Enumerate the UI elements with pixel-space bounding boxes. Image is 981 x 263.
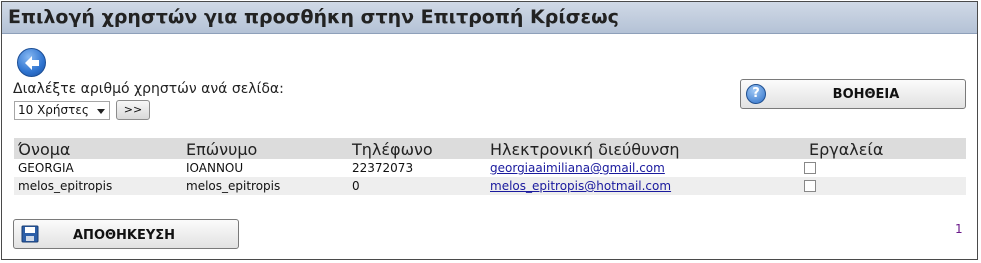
column-header-email: Ηλεκτρονική διεύθυνση: [490, 140, 680, 159]
table-row: GEORGIA IOANNOU 22372073 georgiaaimilian…: [14, 159, 966, 177]
save-button-label: ΑΠΟΘΗΚΕΥΣΗ: [73, 228, 176, 243]
back-arrow-icon: [25, 56, 39, 70]
per-page-selected-value: 10 Χρήστες: [18, 103, 89, 117]
apply-per-page-button[interactable]: >>: [116, 100, 150, 120]
column-header-phone: Τηλέφωνο: [352, 140, 433, 159]
pagination-page-link[interactable]: 1: [955, 222, 963, 236]
floppy-disk-icon: [21, 225, 39, 243]
table-row: melos_epitropis melos_epitropis 0 melos_…: [14, 177, 966, 195]
select-user-checkbox[interactable]: [804, 180, 816, 192]
select-user-checkbox[interactable]: [804, 162, 816, 174]
cell-phone: 22372073: [352, 161, 414, 175]
column-header-tools: Εργαλεία: [809, 140, 884, 159]
chevron-down-icon: [97, 109, 105, 114]
back-button[interactable]: [17, 48, 46, 77]
save-button[interactable]: ΑΠΟΘΗΚΕΥΣΗ: [13, 219, 239, 249]
per-page-select[interactable]: 10 Χρήστες: [14, 101, 110, 120]
users-table: Όνομα Επώνυμο Τηλέφωνο Ηλεκτρονική διεύθ…: [14, 138, 966, 195]
cell-email-link[interactable]: georgiaaimiliana@gmail.com: [490, 161, 665, 175]
title-bar: Επιλογή χρηστών για προσθήκη στην Επιτρο…: [2, 2, 977, 34]
help-button[interactable]: ? ΒΟΗΘΕΙΑ: [740, 79, 966, 109]
cell-first-name: GEORGIA: [18, 161, 74, 175]
help-button-label: ΒΟΗΘΕΙΑ: [832, 87, 900, 102]
page-title: Επιλογή χρηστών για προσθήκη στην Επιτρο…: [8, 6, 619, 28]
cell-email-link[interactable]: melos_epitropis@hotmail.com: [490, 179, 671, 193]
cell-first-name: melos_epitropis: [18, 179, 113, 193]
cell-phone: 0: [352, 179, 360, 193]
cell-last-name: IOANNOU: [186, 161, 244, 175]
table-header-row: Όνομα Επώνυμο Τηλέφωνο Ηλεκτρονική διεύθ…: [14, 138, 966, 159]
cell-last-name: melos_epitropis: [186, 179, 281, 193]
per-page-label: Διαλέξτε αριθμό χρηστών ανά σελίδα:: [13, 81, 284, 97]
column-header-first-name: Όνομα: [18, 140, 71, 159]
column-header-last-name: Επώνυμο: [186, 140, 258, 159]
